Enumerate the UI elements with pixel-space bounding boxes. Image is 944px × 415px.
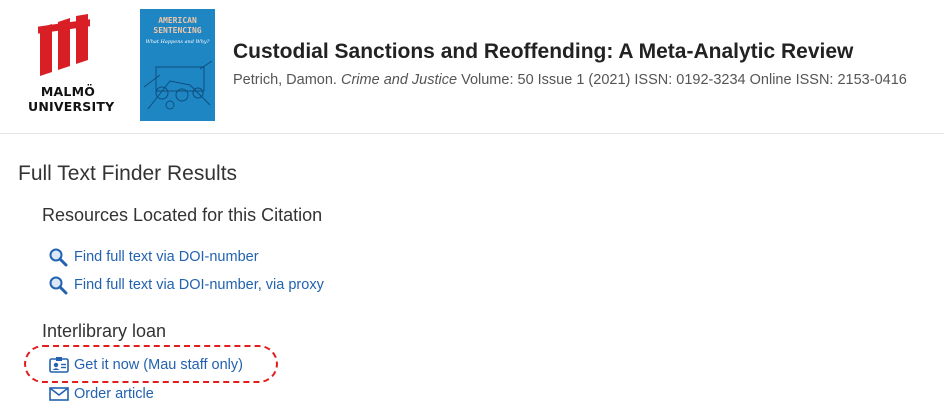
header: MALMÖ UNIVERSITY AMERICAN SENTENCING Wha… — [0, 0, 944, 134]
find-full-text-doi-link[interactable]: Find full text via DOI-number — [74, 249, 259, 265]
magnifier-icon — [48, 275, 70, 295]
citation-author: Petrich, Damon. — [233, 72, 337, 88]
cover-title-line2: SENTENCING — [153, 26, 202, 35]
logo-mark-icon — [38, 14, 90, 76]
highlight-annotation — [24, 345, 278, 383]
link-row-doi[interactable]: Find full text via DOI-number — [48, 246, 259, 268]
cover-subtitle: What Happens and Why? — [145, 39, 210, 45]
logo-text-line2: UNIVERSITY — [28, 99, 115, 114]
citation-journal: Crime and Justice — [341, 72, 458, 88]
magnifier-icon — [48, 247, 70, 267]
citation-line: Petrich, Damon. Crime and Justice Volume… — [233, 72, 907, 88]
logo-text-line1: MALMÖ — [40, 84, 96, 99]
find-full-text-doi-proxy-link[interactable]: Find full text via DOI-number, via proxy — [74, 277, 324, 293]
cover-title-line1: AMERICAN — [158, 16, 197, 25]
link-row-order-article[interactable]: Order article — [48, 383, 154, 405]
citation-details: Volume: 50 Issue 1 (2021) ISSN: 0192-323… — [461, 72, 907, 88]
interlibrary-loan-heading: Interlibrary loan — [42, 321, 167, 341]
malmo-university-logo[interactable]: MALMÖ UNIVERSITY — [28, 14, 115, 120]
envelope-icon — [48, 384, 70, 404]
cover-title: AMERICAN SENTENCING — [140, 16, 215, 36]
journal-cover-image[interactable]: AMERICAN SENTENCING What Happens and Why… — [140, 9, 215, 121]
resources-heading: Resources Located for this Citation — [42, 205, 323, 225]
order-article-link[interactable]: Order article — [74, 386, 154, 402]
article-title: Custodial Sanctions and Reoffending: A M… — [233, 40, 854, 63]
link-row-doi-proxy[interactable]: Find full text via DOI-number, via proxy — [48, 274, 324, 296]
page-title: Full Text Finder Results — [18, 162, 238, 185]
